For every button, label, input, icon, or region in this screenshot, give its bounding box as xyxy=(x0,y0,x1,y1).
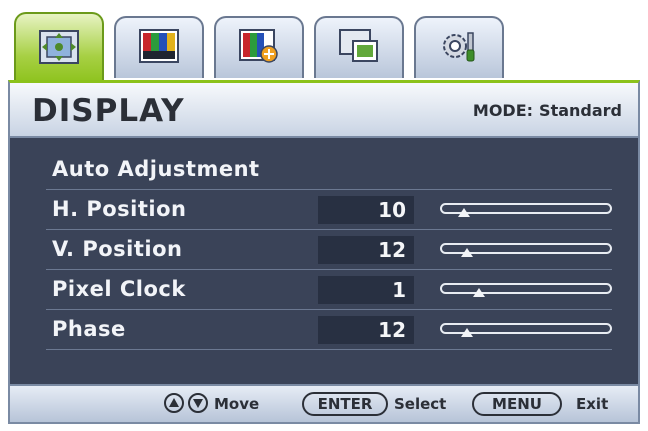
menu-header: DISPLAY MODE: Standard xyxy=(8,80,640,138)
menu-item-h-position[interactable]: H. Position 10 xyxy=(46,190,612,230)
down-arrow-key-icon xyxy=(188,393,208,413)
settings-panel: Auto Adjustment H. Position 10 V. Positi… xyxy=(8,138,640,384)
picture-advanced-icon xyxy=(239,29,279,67)
pixel-clock-label: Pixel Clock xyxy=(52,277,186,301)
v-position-value: 12 xyxy=(318,236,414,264)
auto-adjustment-label: Auto Adjustment xyxy=(52,157,260,181)
menu-item-phase[interactable]: Phase 12 xyxy=(46,310,612,350)
phase-value: 12 xyxy=(318,316,414,344)
exit-hint-label: Exit xyxy=(576,395,609,413)
v-position-slider[interactable] xyxy=(440,243,612,257)
menu-item-v-position[interactable]: V. Position 12 xyxy=(46,230,612,270)
v-position-label: V. Position xyxy=(52,237,183,261)
v-position-slider-thumb[interactable] xyxy=(460,248,473,257)
key-hints-bar: Move ENTER Select MENU Exit xyxy=(8,384,640,424)
enter-key-icon: ENTER xyxy=(302,392,388,416)
tab-picture-advanced[interactable] xyxy=(214,16,304,78)
phase-label: Phase xyxy=(52,317,126,341)
phase-slider[interactable] xyxy=(440,323,612,337)
move-hint-label: Move xyxy=(214,395,260,413)
system-settings-icon xyxy=(439,29,479,67)
tab-system[interactable] xyxy=(414,16,504,78)
phase-slider-thumb[interactable] xyxy=(460,328,473,337)
up-arrow-key-icon xyxy=(164,393,184,413)
menu-item-auto-adjustment[interactable]: Auto Adjustment xyxy=(46,150,612,190)
mode-value: Standard xyxy=(539,101,622,120)
menu-key-icon: MENU xyxy=(472,392,562,416)
pip-window-icon xyxy=(339,29,379,67)
osd-menu: DISPLAY MODE: Standard Auto Adjustment H.… xyxy=(6,10,642,424)
h-position-slider-thumb[interactable] xyxy=(457,208,470,217)
menu-item-pixel-clock[interactable]: Pixel Clock 1 xyxy=(46,270,612,310)
mode-label: MODE: xyxy=(472,101,534,120)
h-position-value: 10 xyxy=(318,196,414,224)
pixel-clock-value: 1 xyxy=(318,276,414,304)
pixel-clock-slider[interactable] xyxy=(440,283,612,297)
h-position-slider[interactable] xyxy=(440,203,612,217)
h-position-label: H. Position xyxy=(52,197,187,221)
tab-display[interactable] xyxy=(14,12,104,84)
menu-tabs xyxy=(14,10,534,84)
picture-bars-icon xyxy=(139,29,179,67)
mode-indicator: MODE: Standard xyxy=(467,101,622,120)
display-adjust-icon xyxy=(39,30,79,68)
page-title: DISPLAY xyxy=(32,93,185,129)
tab-pip[interactable] xyxy=(314,16,404,78)
select-hint-label: Select xyxy=(394,395,447,413)
pixel-clock-slider-thumb[interactable] xyxy=(473,288,486,297)
tab-picture[interactable] xyxy=(114,16,204,78)
